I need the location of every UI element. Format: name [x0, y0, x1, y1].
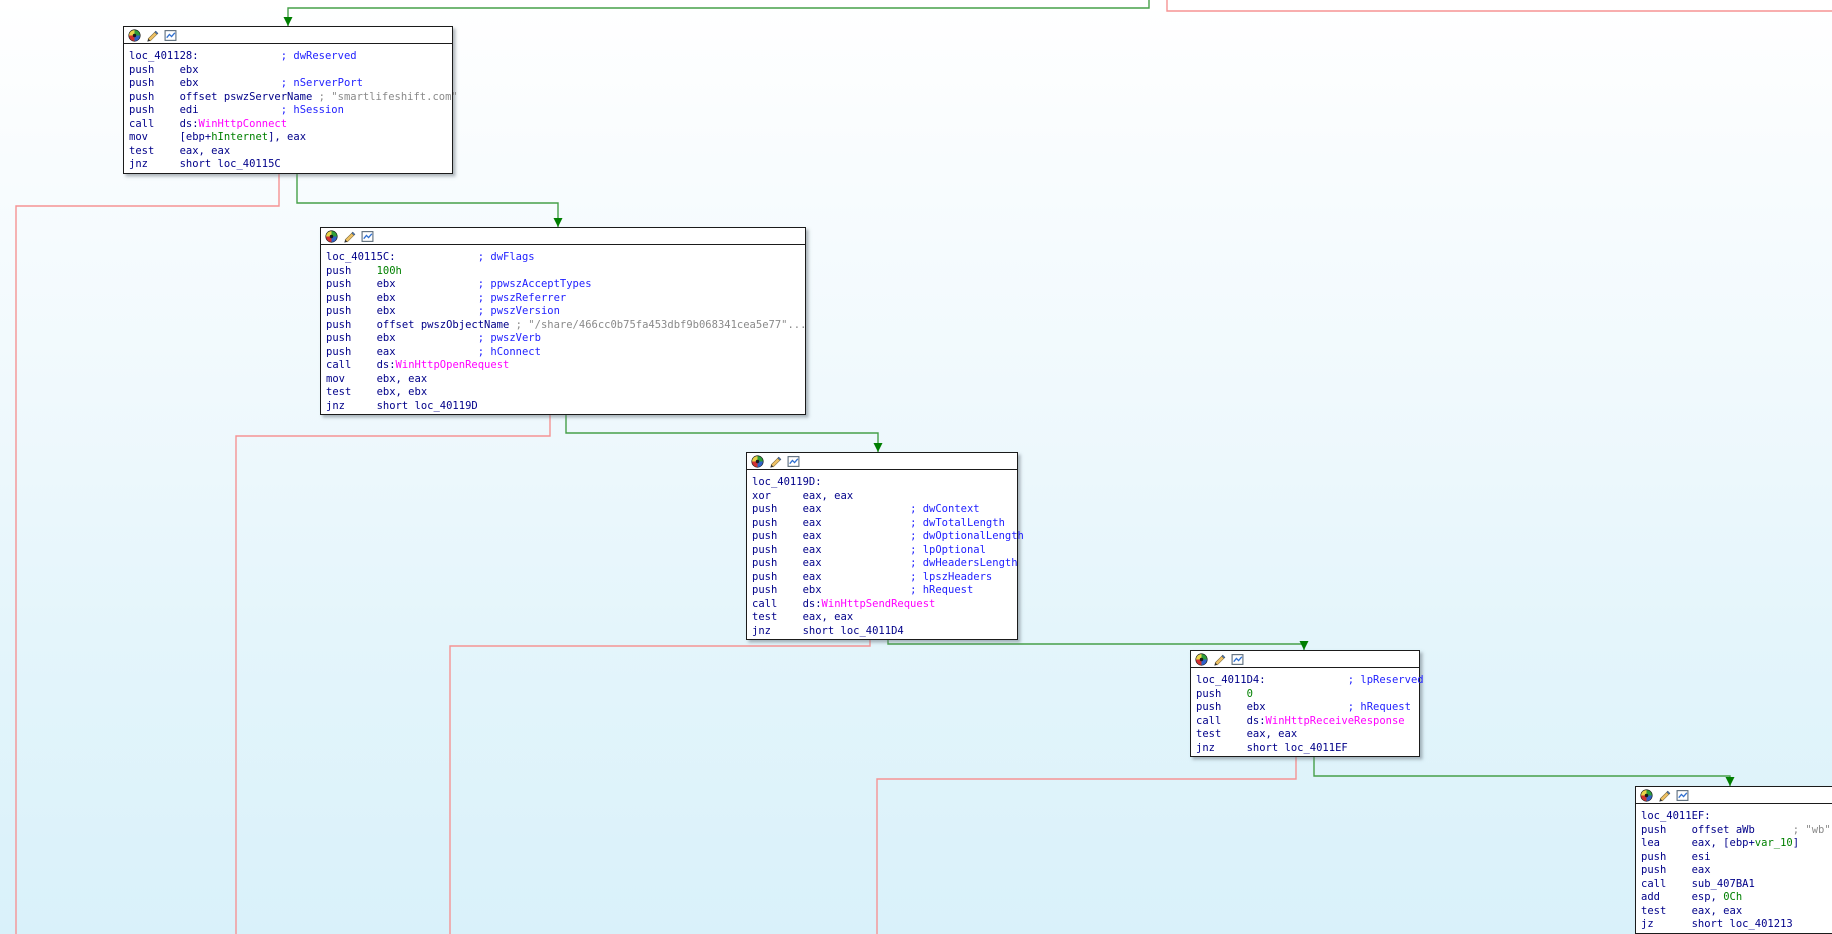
- edge-fall-through: [1167, 0, 1832, 11]
- asm-line[interactable]: add esp, 0Ch: [1641, 891, 1832, 905]
- asm-line[interactable]: push eax ; lpOptional: [752, 544, 1013, 558]
- asm-line[interactable]: call ds:WinHttpSendRequest: [752, 598, 1013, 612]
- edge-fall-through: [450, 640, 870, 934]
- edge-arrow-head: [1726, 777, 1735, 786]
- edge-fall-through: [877, 757, 1296, 934]
- asm-line[interactable]: push eax ; lpszHeaders: [752, 571, 1013, 585]
- node-edit-icon[interactable]: [146, 29, 159, 42]
- asm-line[interactable]: push ebx ; hRequest: [1196, 701, 1415, 715]
- asm-line[interactable]: lea eax, [ebp+var_10]: [1641, 837, 1832, 851]
- edge-jump-taken: [288, 0, 1149, 26]
- basic-block-loc_4011D4[interactable]: loc_4011D4: ; lpReservedpush 0push ebx ;…: [1190, 650, 1420, 757]
- asm-line[interactable]: call ds:WinHttpConnect: [129, 118, 448, 132]
- asm-line[interactable]: jnz short loc_40119D: [326, 400, 801, 414]
- graph-viewport[interactable]: loc_401128: ; dwReservedpush ebxpush ebx…: [0, 0, 1832, 934]
- disassembly-lines: loc_4011EF:push offset aWb ; "wb"lea eax…: [1636, 804, 1832, 934]
- disassembly-lines: loc_4011D4: ; lpReservedpush 0push ebx ;…: [1191, 668, 1419, 759]
- node-title-bar[interactable]: [747, 453, 1017, 470]
- asm-line[interactable]: xor eax, eax: [752, 490, 1013, 504]
- edge-jump-taken: [297, 174, 558, 227]
- asm-line[interactable]: jz short loc_401213: [1641, 918, 1832, 932]
- node-edit-icon[interactable]: [1213, 653, 1226, 666]
- node-frame-icon[interactable]: [164, 29, 177, 42]
- asm-line[interactable]: push ebx ; pwszVersion: [326, 305, 801, 319]
- basic-block-loc_40115C[interactable]: loc_40115C: ; dwFlagspush 100hpush ebx ;…: [320, 227, 806, 415]
- asm-line[interactable]: push ebx ; ppwszAcceptTypes: [326, 278, 801, 292]
- node-title-bar[interactable]: [321, 228, 805, 245]
- asm-line[interactable]: call ds:WinHttpOpenRequest: [326, 359, 801, 373]
- asm-line[interactable]: push offset pwszObjectName ; "/share/466…: [326, 319, 801, 333]
- asm-line[interactable]: call sub_407BA1: [1641, 878, 1832, 892]
- edge-arrow-head: [554, 218, 563, 227]
- node-frame-icon[interactable]: [1676, 789, 1689, 802]
- asm-line[interactable]: test eax, eax: [1196, 728, 1415, 742]
- node-color-wheel-icon[interactable]: [325, 230, 338, 243]
- asm-line[interactable]: test eax, eax: [1641, 905, 1832, 919]
- asm-line[interactable]: push eax: [1641, 864, 1832, 878]
- asm-line[interactable]: test eax, eax: [752, 611, 1013, 625]
- edge-arrow-head: [284, 17, 293, 26]
- edge-arrow-head: [874, 443, 883, 452]
- edge-fall-through: [16, 174, 279, 934]
- edge-jump-taken: [1314, 757, 1730, 786]
- asm-line[interactable]: push eax ; dwContext: [752, 503, 1013, 517]
- edge-jump-taken: [566, 415, 878, 452]
- asm-line[interactable]: push edi ; hSession: [129, 104, 448, 118]
- node-frame-icon[interactable]: [787, 455, 800, 468]
- asm-line[interactable]: test eax, eax: [129, 145, 448, 159]
- node-edit-icon[interactable]: [769, 455, 782, 468]
- asm-line[interactable]: jnz short loc_4011D4: [752, 625, 1013, 639]
- asm-line[interactable]: push eax ; dwTotalLength: [752, 517, 1013, 531]
- asm-line[interactable]: push ebx ; pwszVerb: [326, 332, 801, 346]
- asm-line[interactable]: loc_4011D4: ; lpReserved: [1196, 674, 1415, 688]
- asm-line[interactable]: push eax ; hConnect: [326, 346, 801, 360]
- node-frame-icon[interactable]: [361, 230, 374, 243]
- asm-line[interactable]: push 0: [1196, 688, 1415, 702]
- asm-line[interactable]: loc_401128: ; dwReserved: [129, 50, 448, 64]
- edge-arrow-head: [1300, 641, 1309, 650]
- asm-line[interactable]: test ebx, ebx: [326, 386, 801, 400]
- asm-line[interactable]: push eax ; dwOptionalLength: [752, 530, 1013, 544]
- asm-line[interactable]: loc_4011EF:: [1641, 810, 1832, 824]
- basic-block-loc_40119D[interactable]: loc_40119D:xor eax, eaxpush eax ; dwCont…: [746, 452, 1018, 640]
- disassembly-lines: loc_40119D:xor eax, eaxpush eax ; dwCont…: [747, 470, 1017, 642]
- asm-line[interactable]: loc_40119D:: [752, 476, 1013, 490]
- asm-line[interactable]: loc_40115C: ; dwFlags: [326, 251, 801, 265]
- disassembly-lines: loc_40115C: ; dwFlagspush 100hpush ebx ;…: [321, 245, 805, 417]
- node-frame-icon[interactable]: [1231, 653, 1244, 666]
- basic-block-loc_4011EF[interactable]: loc_4011EF:push offset aWb ; "wb"lea eax…: [1635, 786, 1832, 934]
- asm-line[interactable]: push offset aWb ; "wb": [1641, 824, 1832, 838]
- node-edit-icon[interactable]: [1658, 789, 1671, 802]
- asm-line[interactable]: push eax ; dwHeadersLength: [752, 557, 1013, 571]
- node-color-wheel-icon[interactable]: [751, 455, 764, 468]
- basic-block-loc_401128[interactable]: loc_401128: ; dwReservedpush ebxpush ebx…: [123, 26, 453, 174]
- asm-line[interactable]: push ebx ; hRequest: [752, 584, 1013, 598]
- asm-line[interactable]: call ds:WinHttpReceiveResponse: [1196, 715, 1415, 729]
- node-title-bar[interactable]: [1636, 787, 1832, 804]
- asm-line[interactable]: push ebx: [129, 64, 448, 78]
- disassembly-lines: loc_401128: ; dwReservedpush ebxpush ebx…: [124, 44, 452, 176]
- asm-line[interactable]: push esi: [1641, 851, 1832, 865]
- asm-line[interactable]: push ebx ; pwszReferrer: [326, 292, 801, 306]
- asm-line[interactable]: mov [ebp+hInternet], eax: [129, 131, 448, 145]
- asm-line[interactable]: push ebx ; nServerPort: [129, 77, 448, 91]
- asm-line[interactable]: push 100h: [326, 265, 801, 279]
- node-color-wheel-icon[interactable]: [1640, 789, 1653, 802]
- asm-line[interactable]: jnz short loc_4011EF: [1196, 742, 1415, 756]
- node-edit-icon[interactable]: [343, 230, 356, 243]
- node-color-wheel-icon[interactable]: [1195, 653, 1208, 666]
- node-color-wheel-icon[interactable]: [128, 29, 141, 42]
- node-title-bar[interactable]: [124, 27, 452, 44]
- node-title-bar[interactable]: [1191, 651, 1419, 668]
- asm-line[interactable]: jnz short loc_40115C: [129, 158, 448, 172]
- asm-line[interactable]: mov ebx, eax: [326, 373, 801, 387]
- asm-line[interactable]: push offset pswzServerName ; "smartlifes…: [129, 91, 448, 105]
- edge-fall-through: [236, 415, 550, 934]
